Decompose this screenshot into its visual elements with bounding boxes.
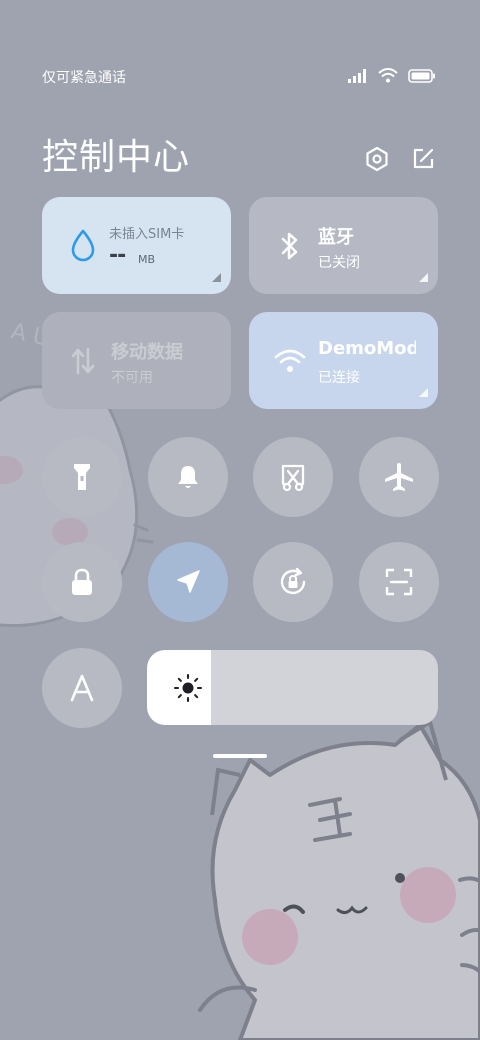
water-drop-icon	[66, 228, 100, 262]
edit-icon	[413, 148, 434, 169]
lock-icon	[72, 568, 92, 595]
bluetooth-status: 已关闭	[318, 255, 360, 271]
wifi-status: 已连接	[318, 370, 360, 386]
data-usage-unit: MB	[138, 253, 156, 266]
scanner-toggle[interactable]	[359, 542, 439, 622]
bell-icon	[178, 466, 198, 488]
sim-status-label: 未插入SIM卡	[109, 227, 185, 242]
edit-button[interactable]	[408, 144, 438, 174]
signal-icon	[348, 68, 366, 83]
data-usage-value: --	[109, 243, 126, 268]
mobile-data-tile[interactable]: 移动数据 不可用	[42, 312, 231, 409]
wifi-icon	[273, 344, 307, 378]
location-toggle[interactable]	[148, 542, 228, 622]
data-arrows-icon	[66, 344, 100, 378]
page-title: 控制中心	[42, 137, 191, 178]
settings-icon	[366, 146, 388, 172]
status-icons	[348, 68, 436, 83]
ringer-toggle[interactable]	[148, 437, 228, 517]
settings-button[interactable]	[362, 144, 392, 174]
drag-handle[interactable]	[213, 754, 267, 758]
flashlight-icon	[74, 464, 90, 490]
rotation-lock-icon	[280, 567, 306, 595]
expand-corner-icon	[419, 388, 428, 397]
wifi-tile[interactable]: DemoMode 已连接	[249, 312, 438, 409]
screenshot-scissors-icon	[281, 464, 305, 492]
airplane-icon	[385, 463, 413, 491]
carrier-status-text: 仅可紧急通话	[42, 70, 126, 86]
mobile-data-title: 移动数据	[111, 342, 183, 363]
flashlight-toggle[interactable]	[42, 437, 122, 517]
bluetooth-icon	[273, 229, 307, 263]
location-arrow-icon	[177, 570, 200, 593]
font-a-icon	[70, 674, 94, 702]
expand-corner-icon	[212, 273, 221, 282]
bluetooth-tile[interactable]: 蓝牙 已关闭	[249, 197, 438, 294]
screenshot-toggle[interactable]	[253, 437, 333, 517]
airplane-mode-toggle[interactable]	[359, 437, 439, 517]
lock-screen-toggle[interactable]	[42, 542, 122, 622]
sun-icon	[174, 674, 202, 702]
auto-rotate-toggle[interactable]	[253, 542, 333, 622]
expand-corner-icon	[419, 273, 428, 282]
scan-icon	[385, 568, 413, 596]
font-size-toggle[interactable]	[42, 648, 122, 728]
wifi-icon	[378, 68, 398, 83]
status-bar: 仅可紧急通话	[0, 60, 480, 92]
bluetooth-title: 蓝牙	[318, 227, 354, 248]
mobile-data-usage-tile[interactable]: 未插入SIM卡 -- MB	[42, 197, 231, 294]
mobile-data-status: 不可用	[111, 370, 153, 386]
battery-icon	[408, 68, 435, 83]
wifi-network-name: DemoMode	[318, 338, 416, 359]
brightness-slider[interactable]	[147, 650, 438, 725]
